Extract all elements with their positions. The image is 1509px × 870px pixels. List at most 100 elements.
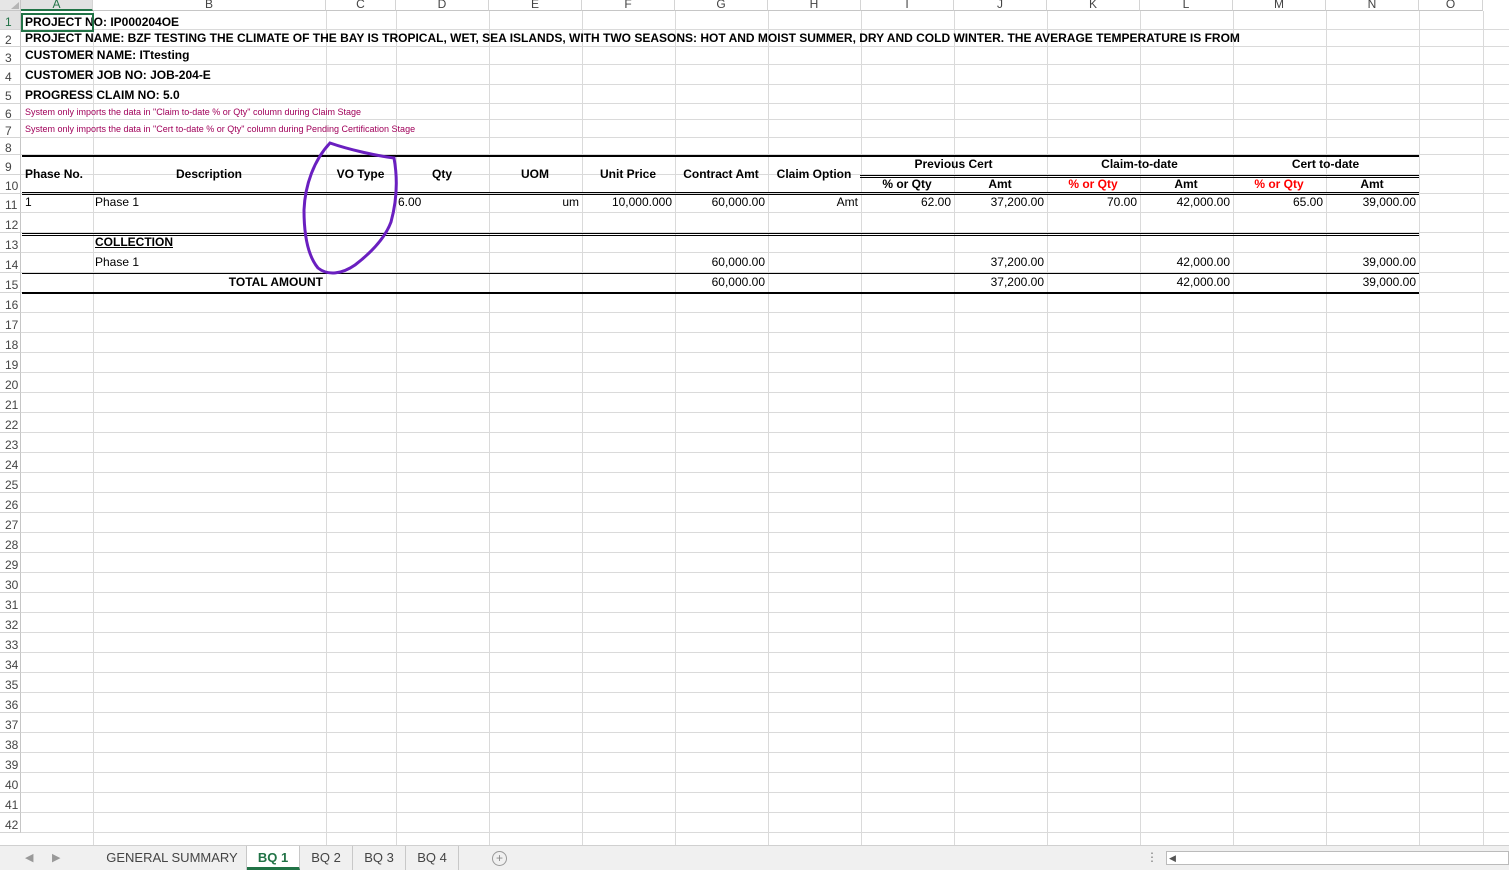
item-phase-no[interactable]: 1 — [25, 194, 32, 210]
column-header-f[interactable]: F — [582, 0, 675, 11]
more-options-icon[interactable]: ⋮ — [1146, 850, 1158, 864]
sheet-tab-bq-2[interactable]: BQ 2 — [300, 846, 353, 870]
item-prev-amt[interactable]: 37,200.00 — [954, 194, 1044, 210]
row-header-17[interactable]: 17 — [0, 313, 21, 333]
next-sheet-icon[interactable]: ▶ — [52, 851, 60, 864]
header-contract-amt[interactable]: Contract Amt — [675, 166, 767, 182]
row-header-2[interactable]: 2 — [0, 30, 21, 47]
column-header-k[interactable]: K — [1047, 0, 1140, 11]
row-header-8[interactable]: 8 — [0, 138, 21, 155]
item-prev-pct[interactable]: 62.00 — [861, 194, 951, 210]
row-header-18[interactable]: 18 — [0, 333, 21, 353]
header-cert-pct[interactable]: % or Qty — [1233, 176, 1325, 192]
row-header-38[interactable]: 38 — [0, 733, 21, 753]
column-header-b[interactable]: B — [93, 0, 326, 11]
note-claim-stage[interactable]: System only imports the data in "Claim t… — [25, 104, 361, 120]
item-uom[interactable]: um — [489, 194, 579, 210]
column-header-j[interactable]: J — [954, 0, 1047, 11]
collection-prev-amt[interactable]: 37,200.00 — [954, 254, 1044, 270]
column-header-l[interactable]: L — [1140, 0, 1233, 11]
row-header-29[interactable]: 29 — [0, 553, 21, 573]
progress-claim-no[interactable]: PROGRESS CLAIM NO: 5.0 — [25, 87, 180, 103]
total-contract-amt[interactable]: 60,000.00 — [675, 274, 765, 290]
row-header-12[interactable]: 12 — [0, 213, 21, 233]
row-header-11[interactable]: 11 — [0, 194, 21, 213]
column-header-d[interactable]: D — [396, 0, 489, 11]
add-sheet-icon[interactable]: + — [492, 851, 507, 866]
select-all-corner[interactable] — [0, 0, 21, 11]
header-claim-pct[interactable]: % or Qty — [1047, 176, 1139, 192]
row-header-25[interactable]: 25 — [0, 473, 21, 493]
note-cert-stage[interactable]: System only imports the data in "Cert to… — [25, 121, 415, 137]
header-unit-price[interactable]: Unit Price — [582, 166, 674, 182]
row-header-24[interactable]: 24 — [0, 453, 21, 473]
row-header-6[interactable]: 6 — [0, 104, 21, 121]
customer-name[interactable]: CUSTOMER NAME: ITtesting — [25, 47, 189, 63]
row-header-26[interactable]: 26 — [0, 493, 21, 513]
item-qty[interactable]: 6.00 — [398, 194, 421, 210]
total-claim-amt[interactable]: 42,000.00 — [1140, 274, 1230, 290]
collection-cert-amt[interactable]: 39,000.00 — [1326, 254, 1416, 270]
column-header-i[interactable]: I — [861, 0, 954, 11]
row-header-36[interactable]: 36 — [0, 693, 21, 713]
row-header-35[interactable]: 35 — [0, 673, 21, 693]
header-claim-option[interactable]: Claim Option — [768, 166, 860, 182]
header-phase-no[interactable]: Phase No. — [25, 166, 83, 182]
row-header-31[interactable]: 31 — [0, 593, 21, 613]
header-cert-to-date[interactable]: Cert to-date — [1233, 156, 1418, 172]
row-header-14[interactable]: 14 — [0, 253, 21, 273]
customer-job-no[interactable]: CUSTOMER JOB NO: JOB-204-E — [25, 67, 211, 83]
column-header-o[interactable]: O — [1419, 0, 1483, 11]
item-claim-amt[interactable]: 42,000.00 — [1140, 194, 1230, 210]
row-header-39[interactable]: 39 — [0, 753, 21, 773]
row-header-40[interactable]: 40 — [0, 773, 21, 793]
row-header-28[interactable]: 28 — [0, 533, 21, 553]
sheet-tab-general-summary[interactable]: GENERAL SUMMARY — [98, 846, 247, 870]
header-uom[interactable]: UOM — [489, 166, 581, 182]
column-header-a[interactable]: A — [21, 0, 93, 11]
row-header-7[interactable]: 7 — [0, 120, 21, 138]
item-claim-pct[interactable]: 70.00 — [1047, 194, 1137, 210]
row-header-23[interactable]: 23 — [0, 433, 21, 453]
row-header-22[interactable]: 22 — [0, 413, 21, 433]
total-prev-amt[interactable]: 37,200.00 — [954, 274, 1044, 290]
collection-contract-amt[interactable]: 60,000.00 — [675, 254, 765, 270]
header-previous-cert[interactable]: Previous Cert — [861, 156, 1046, 172]
header-vo-type[interactable]: VO Type — [326, 166, 395, 182]
row-header-19[interactable]: 19 — [0, 353, 21, 373]
row-header-10[interactable]: 10 — [0, 175, 21, 194]
row-header-41[interactable]: 41 — [0, 793, 21, 813]
row-header-4[interactable]: 4 — [0, 65, 21, 85]
total-label[interactable]: TOTAL AMOUNT — [93, 274, 323, 290]
header-prev-pct[interactable]: % or Qty — [861, 176, 953, 192]
item-cert-amt[interactable]: 39,000.00 — [1326, 194, 1416, 210]
item-description[interactable]: Phase 1 — [95, 194, 139, 210]
row-header-32[interactable]: 32 — [0, 613, 21, 633]
horizontal-scrollbar[interactable]: ◀ — [1166, 851, 1509, 865]
item-contract-amt[interactable]: 60,000.00 — [675, 194, 765, 210]
column-header-e[interactable]: E — [489, 0, 582, 11]
collection-title[interactable]: COLLECTION — [95, 234, 173, 250]
row-header-21[interactable]: 21 — [0, 393, 21, 413]
sheet-tab-bq-1[interactable]: BQ 1 — [247, 846, 300, 870]
column-header-g[interactable]: G — [675, 0, 768, 11]
active-cell-selection[interactable] — [21, 13, 94, 32]
header-claim-amt[interactable]: Amt — [1140, 176, 1232, 192]
item-claim-option[interactable]: Amt — [768, 194, 858, 210]
row-header-13[interactable]: 13 — [0, 233, 21, 253]
header-qty[interactable]: Qty — [396, 166, 488, 182]
sheet-tab-bq-4[interactable]: BQ 4 — [406, 846, 459, 870]
item-cert-pct[interactable]: 65.00 — [1233, 194, 1323, 210]
row-header-16[interactable]: 16 — [0, 293, 21, 313]
row-header-37[interactable]: 37 — [0, 713, 21, 733]
row-header-30[interactable]: 30 — [0, 573, 21, 593]
header-claim-to-date[interactable]: Claim-to-date — [1047, 156, 1232, 172]
row-header-42[interactable]: 42 — [0, 813, 21, 833]
row-header-27[interactable]: 27 — [0, 513, 21, 533]
spreadsheet-grid[interactable]: ABCDEFGHIJKLMNO 1 2 3 4 5 6 7 8 9 10 11 12 13 14 15 16 1… — [0, 0, 1509, 845]
project-name[interactable]: PROJECT NAME: BZF TESTING THE CLIMATE OF… — [25, 30, 1240, 46]
row-header-34[interactable]: 34 — [0, 653, 21, 673]
sheet-tab-bq-3[interactable]: BQ 3 — [353, 846, 406, 870]
column-header-m[interactable]: M — [1233, 0, 1326, 11]
column-header-n[interactable]: N — [1326, 0, 1419, 11]
